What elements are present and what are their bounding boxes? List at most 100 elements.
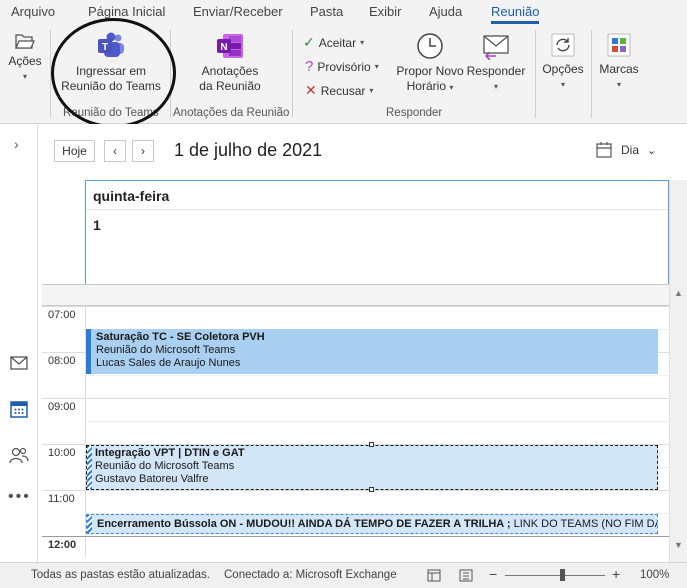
expand-chevron-icon[interactable]: › xyxy=(14,136,19,152)
calendar-icon[interactable] xyxy=(8,398,30,420)
normal-view-icon[interactable] xyxy=(427,569,441,582)
sync-icon xyxy=(551,33,575,57)
next-day-button[interactable]: › xyxy=(132,140,154,162)
time-label: 07:00 xyxy=(48,309,76,321)
teams-icon: T xyxy=(98,32,124,57)
all-day-row[interactable] xyxy=(42,284,669,306)
question-icon: ? xyxy=(305,58,314,75)
tentative-button[interactable]: ? Provisório ▾ xyxy=(305,58,379,75)
propose-label-line1: Propor Novo xyxy=(396,64,464,78)
previous-day-button[interactable]: ‹ xyxy=(104,140,126,162)
options-label: Opções xyxy=(542,62,584,76)
tab-pagina-inicial[interactable]: Página Inicial xyxy=(88,4,165,19)
propose-label-line2-wrap: Horário ▾ xyxy=(392,79,468,95)
tab-ajuda[interactable]: Ajuda xyxy=(429,4,462,19)
view-label: Dia xyxy=(621,143,640,157)
group-label-teams: Reunião do Teams xyxy=(63,107,159,119)
day-number: 1 xyxy=(93,217,101,233)
teams-label-line1: Ingressar em xyxy=(75,64,147,78)
group-divider xyxy=(170,30,171,118)
chevron-down-icon: ▾ xyxy=(369,86,374,95)
chevron-left-icon: ‹ xyxy=(113,144,117,158)
categories-icon xyxy=(607,33,631,57)
accept-button[interactable]: ✓ Aceitar ▾ xyxy=(303,34,364,51)
time-grid[interactable]: 07:00 08:00 09:00 10:00 11:00 12:00 Satu… xyxy=(42,306,669,558)
hour-line xyxy=(42,490,669,491)
resize-handle-bottom[interactable] xyxy=(369,487,374,492)
tags-button[interactable]: Marcas ▾ xyxy=(596,32,642,92)
resize-handle-top[interactable] xyxy=(369,442,374,447)
join-teams-meeting-button[interactable]: T Ingressar em Reunião do Teams xyxy=(56,32,166,94)
group-divider xyxy=(591,30,592,118)
tab-pasta[interactable]: Pasta xyxy=(310,4,343,19)
chevron-down-icon: ▾ xyxy=(449,83,454,92)
view-selector[interactable]: Dia ⌄ xyxy=(595,141,656,159)
chevron-down-icon: ▾ xyxy=(616,80,621,89)
day-column-header[interactable]: quinta-feira 1 xyxy=(85,180,669,284)
tentative-label: Provisório xyxy=(317,59,371,74)
divider xyxy=(86,209,668,210)
zoom-level[interactable]: 100% xyxy=(640,569,669,581)
time-label: 12:00 xyxy=(48,539,77,551)
zoom-in-icon[interactable]: + xyxy=(612,566,620,582)
hour-line xyxy=(42,398,669,399)
chevron-down-icon: ⌄ xyxy=(647,144,657,157)
respond-label: Responder xyxy=(466,64,526,78)
chevron-down-icon: ▾ xyxy=(560,80,565,89)
acoes-button[interactable]: Ações ▾ xyxy=(5,32,45,84)
half-hour-line xyxy=(86,421,669,422)
calendar-event[interactable]: Encerramento Bússola ON - MUDOU!! AINDA … xyxy=(86,514,658,534)
mail-icon[interactable] xyxy=(8,352,30,374)
tab-exibir[interactable]: Exibir xyxy=(369,4,402,19)
zoom-slider-track[interactable] xyxy=(505,575,605,576)
event-location: Reunião do Microsoft Teams xyxy=(96,344,236,356)
notes-label-line1: Anotações xyxy=(201,64,259,78)
calendar-event[interactable]: Saturação TC - SE Coletora PVH Reunião d… xyxy=(86,329,658,374)
time-label: 08:00 xyxy=(48,355,76,367)
sync-status: Todas as pastas estão atualizadas. xyxy=(31,569,211,581)
people-icon[interactable] xyxy=(8,444,30,466)
propose-label-line2: Horário xyxy=(406,79,446,93)
more-options-icon[interactable]: ••• xyxy=(8,488,31,506)
onenote-icon: N xyxy=(217,34,243,58)
notes-label-line2: da Reunião xyxy=(199,79,261,93)
group-label-responder: Responder xyxy=(386,107,443,119)
tab-enviar-receber[interactable]: Enviar/Receber xyxy=(193,4,283,19)
tags-label: Marcas xyxy=(599,62,639,76)
chevron-down-icon: ▾ xyxy=(493,82,498,91)
event-title: Integração VPT | DTIN e GAT xyxy=(95,447,245,459)
event-location: Reunião do Microsoft Teams xyxy=(95,460,235,472)
vertical-scrollbar[interactable]: ▲ ▼ xyxy=(669,180,687,562)
group-divider xyxy=(292,30,293,118)
options-button[interactable]: Opções ▾ xyxy=(540,32,586,92)
status-bar: Todas as pastas estão atualizadas. Conec… xyxy=(0,562,687,588)
zoom-out-icon[interactable]: − xyxy=(489,566,497,582)
meeting-notes-button[interactable]: N Anotações da Reunião xyxy=(186,32,274,94)
reading-view-icon[interactable] xyxy=(459,569,473,582)
event-location: LINK DO TEAMS (NO FIM DA xyxy=(513,518,658,530)
decline-button[interactable]: ✕ Recusar ▾ xyxy=(305,82,373,99)
time-label: 10:00 xyxy=(48,447,76,459)
today-button[interactable]: Hoje xyxy=(54,140,95,162)
ribbon-tabs: Arquivo Página Inicial Enviar/Receber Pa… xyxy=(0,0,687,24)
calendar-event-selected[interactable]: Integração VPT | DTIN e GAT Reunião do M… xyxy=(86,445,658,490)
scroll-up-icon[interactable]: ▲ xyxy=(674,288,683,298)
event-title: Saturação TC - SE Coletora PVH xyxy=(96,331,265,343)
event-organizer: Gustavo Batoreu Valfre xyxy=(95,473,209,485)
scroll-down-icon[interactable]: ▼ xyxy=(674,540,683,550)
propose-new-time-button[interactable]: Propor Novo Horário ▾ xyxy=(392,32,468,95)
teams-label-line2: Reunião do Teams xyxy=(61,79,161,93)
reply-mail-icon xyxy=(483,35,509,60)
zoom-slider-thumb[interactable] xyxy=(560,569,565,581)
checkmark-icon: ✓ xyxy=(303,34,315,50)
group-divider xyxy=(50,30,51,118)
folder-open-icon xyxy=(15,34,35,49)
tab-arquivo[interactable]: Arquivo xyxy=(11,4,55,19)
tab-reuniao[interactable]: Reunião xyxy=(491,4,540,24)
event-title: Encerramento Bússola ON - MUDOU!! AINDA … xyxy=(97,518,511,530)
time-label: 09:00 xyxy=(48,401,76,413)
respond-button[interactable]: Responder ▾ xyxy=(465,32,527,94)
svg-text:T: T xyxy=(102,42,108,53)
calendar-view-icon xyxy=(596,142,612,158)
time-label: 11:00 xyxy=(48,493,75,505)
